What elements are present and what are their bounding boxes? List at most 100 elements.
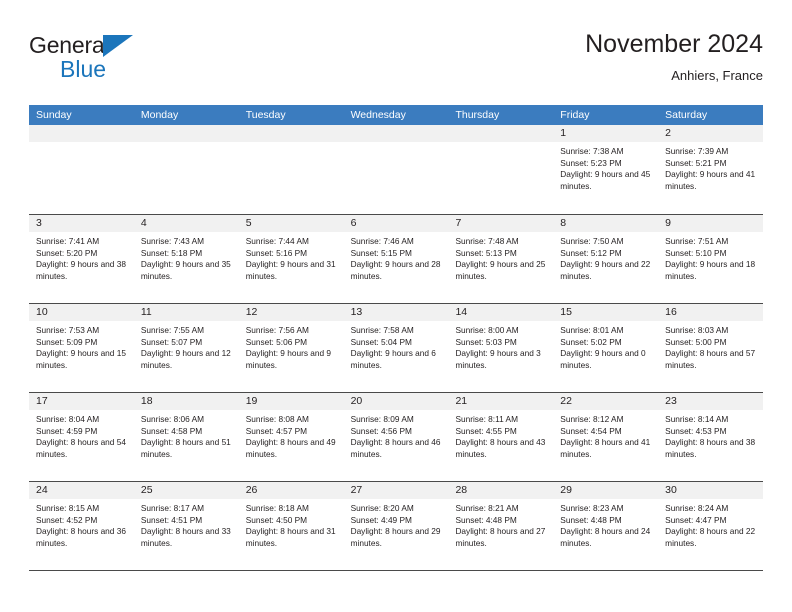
sunrise-text: Sunrise: 8:03 AM [665, 325, 729, 335]
sunrise-text: Sunrise: 7:50 AM [560, 236, 624, 246]
day-cell[interactable]: 25 Sunrise: 8:17 AM Sunset: 4:51 PM Dayligh… [133, 482, 239, 570]
sunrise-text: Sunrise: 7:56 AM [245, 325, 309, 335]
weekday-header-thursday: Thursday [455, 109, 500, 121]
sunset-text: Sunset: 4:55 PM [455, 425, 517, 436]
day-cell[interactable]: 28 Sunrise: 8:21 AM Sunset: 4:48 PM Dayligh… [448, 482, 554, 570]
day-cell[interactable]: 15 Sunrise: 8:01 AM Sunset: 5:02 PM Dayligh… [553, 304, 659, 392]
day-cell[interactable]: 1 Sunrise: 7:38 AM Sunset: 5:23 PM Daylight… [553, 125, 659, 214]
day-cell[interactable]: 19 Sunrise: 8:08 AM Sunset: 4:57 PM Dayligh… [238, 393, 344, 481]
sunrise-text: Sunrise: 7:39 AM [665, 146, 729, 156]
daylight-text: Daylight: 9 hours and 45 minutes. [560, 169, 651, 191]
sunset-text: Sunset: 5:16 PM [245, 247, 308, 258]
daylight-text: Daylight: 8 hours and 33 minutes. [140, 526, 231, 548]
sunrise-text: Sunrise: 8:17 AM [140, 503, 205, 513]
daylight-text: Daylight: 8 hours and 46 minutes. [350, 437, 441, 459]
sunrise-text: Sunrise: 7:53 AM [36, 325, 100, 335]
daylight-text: Daylight: 9 hours and 6 minutes. [350, 348, 436, 370]
day-cell[interactable]: 17 Sunrise: 8:04 AM Sunset: 4:59 PM Dayligh… [29, 393, 134, 481]
daylight-text: Daylight: 8 hours and 27 minutes. [455, 526, 546, 548]
sunset-text: Sunset: 5:13 PM [455, 247, 517, 258]
sunrise-text: Sunrise: 7:48 AM [455, 236, 519, 246]
day-info: Sunrise: 7:41 AM Sunset: 5:20 PM Daylight:… [29, 232, 134, 282]
day-cell[interactable]: 24 Sunrise: 8:15 AM Sunset: 4:52 PM Dayligh… [29, 482, 134, 570]
daylight-text: Daylight: 9 hours and 0 minutes. [560, 348, 646, 370]
day-number: 29 [553, 482, 659, 499]
day-info: Sunrise: 7:55 AM Sunset: 5:07 PM Daylight:… [134, 321, 239, 371]
sunrise-text: Sunrise: 8:21 AM [455, 503, 519, 513]
day-cell[interactable]: 7 Sunrise: 7:48 AM Sunset: 5:13 PM Daylight… [448, 215, 554, 303]
day-cell[interactable]: 9 Sunrise: 7:51 AM Sunset: 5:10 PM Daylight… [658, 215, 764, 303]
sunset-text: Sunset: 4:58 PM [140, 425, 203, 436]
sunrise-text: Sunrise: 8:01 AM [560, 325, 624, 335]
day-cell-empty [343, 125, 449, 214]
daylight-text: Daylight: 9 hours and 15 minutes. [36, 348, 126, 370]
day-number: 8 [553, 215, 659, 232]
weekday-header-saturday: Saturday [665, 109, 708, 121]
daylight-text: Daylight: 9 hours and 25 minutes. [455, 259, 546, 281]
day-cell[interactable]: 29 Sunrise: 8:23 AM Sunset: 4:48 PM Dayligh… [553, 482, 659, 570]
day-cell-empty [133, 125, 239, 214]
day-cell[interactable]: 2 Sunrise: 7:39 AM Sunset: 5:21 PM Daylight… [658, 125, 764, 214]
day-cell[interactable]: 4 Sunrise: 7:43 AM Sunset: 5:18 PM Daylight… [133, 215, 239, 303]
day-info: Sunrise: 7:39 AM Sunset: 5:21 PM Daylight:… [658, 142, 763, 192]
sunset-text: Sunset: 5:10 PM [665, 247, 727, 258]
day-info: Sunrise: 8:00 AM Sunset: 5:03 PM Daylight:… [448, 321, 553, 371]
day-cell[interactable]: 14 Sunrise: 8:00 AM Sunset: 5:03 PM Dayligh… [448, 304, 554, 392]
day-number: 16 [658, 304, 764, 321]
day-cell[interactable]: 11 Sunrise: 7:55 AM Sunset: 5:07 PM Dayligh… [133, 304, 239, 392]
day-cell-empty [29, 125, 134, 214]
day-cell[interactable]: 23 Sunrise: 8:14 AM Sunset: 4:53 PM Dayligh… [658, 393, 764, 481]
day-info: Sunrise: 8:20 AM Sunset: 4:49 PM Daylight:… [344, 499, 449, 549]
sunset-text: Sunset: 4:51 PM [140, 514, 203, 525]
sunset-text: Sunset: 5:02 PM [560, 336, 622, 347]
day-cell[interactable]: 12 Sunrise: 7:56 AM Sunset: 5:06 PM Dayligh… [238, 304, 344, 392]
day-number: 7 [448, 215, 554, 232]
sunrise-text: Sunrise: 8:00 AM [455, 325, 519, 335]
sunrise-text: Sunrise: 7:44 AM [245, 236, 309, 246]
day-info: Sunrise: 8:03 AM Sunset: 5:00 PM Daylight:… [658, 321, 763, 371]
day-number [29, 125, 134, 142]
brand-logo[interactable]: General Blue [29, 32, 259, 92]
day-cell[interactable]: 10 Sunrise: 7:53 AM Sunset: 5:09 PM Dayligh… [29, 304, 134, 392]
day-number: 1 [553, 125, 659, 142]
day-cell[interactable]: 13 Sunrise: 7:58 AM Sunset: 5:04 PM Dayligh… [343, 304, 449, 392]
day-info: Sunrise: 8:24 AM Sunset: 4:47 PM Daylight:… [658, 499, 763, 549]
day-cell[interactable]: 21 Sunrise: 8:11 AM Sunset: 4:55 PM Dayligh… [448, 393, 554, 481]
day-cell[interactable]: 5 Sunrise: 7:44 AM Sunset: 5:16 PM Daylight… [238, 215, 344, 303]
sunset-text: Sunset: 4:52 PM [36, 514, 98, 525]
sunrise-text: Sunrise: 8:04 AM [36, 414, 100, 424]
day-cell[interactable]: 26 Sunrise: 8:18 AM Sunset: 4:50 PM Dayligh… [238, 482, 344, 570]
day-number: 28 [448, 482, 554, 499]
daylight-text: Daylight: 8 hours and 31 minutes. [245, 526, 336, 548]
weekday-header-sunday: Sunday [36, 109, 72, 121]
day-info: Sunrise: 8:04 AM Sunset: 4:59 PM Daylight:… [29, 410, 134, 460]
sunrise-text: Sunrise: 8:23 AM [560, 503, 624, 513]
day-info: Sunrise: 7:51 AM Sunset: 5:10 PM Daylight:… [658, 232, 763, 282]
page-subtitle-location: Anhiers, France [671, 68, 763, 83]
calendar-week-row: 3 Sunrise: 7:41 AM Sunset: 5:20 PM Daylight… [29, 214, 764, 303]
day-cell[interactable]: 16 Sunrise: 8:03 AM Sunset: 5:00 PM Dayligh… [658, 304, 764, 392]
daylight-text: Daylight: 9 hours and 41 minutes. [665, 169, 756, 191]
day-cell[interactable]: 30 Sunrise: 8:24 AM Sunset: 4:47 PM Dayligh… [658, 482, 764, 570]
day-cell[interactable]: 8 Sunrise: 7:50 AM Sunset: 5:12 PM Daylight… [553, 215, 659, 303]
sunrise-text: Sunrise: 7:55 AM [140, 325, 205, 335]
weekday-header-monday: Monday [140, 109, 179, 121]
daylight-text: Daylight: 8 hours and 36 minutes. [36, 526, 126, 548]
sunrise-text: Sunrise: 7:58 AM [350, 325, 414, 335]
day-info: Sunrise: 7:48 AM Sunset: 5:13 PM Daylight:… [448, 232, 553, 282]
day-cell[interactable]: 6 Sunrise: 7:46 AM Sunset: 5:15 PM Daylight… [343, 215, 449, 303]
triangle-logo-icon [103, 35, 133, 57]
day-cell[interactable]: 22 Sunrise: 8:12 AM Sunset: 4:54 PM Dayligh… [553, 393, 659, 481]
sunset-text: Sunset: 5:20 PM [36, 247, 98, 258]
daylight-text: Daylight: 9 hours and 12 minutes. [140, 348, 231, 370]
day-number [238, 125, 344, 142]
day-cell[interactable]: 20 Sunrise: 8:09 AM Sunset: 4:56 PM Dayligh… [343, 393, 449, 481]
day-cell[interactable]: 18 Sunrise: 8:06 AM Sunset: 4:58 PM Dayligh… [133, 393, 239, 481]
day-info: Sunrise: 7:43 AM Sunset: 5:18 PM Daylight:… [134, 232, 239, 282]
day-cell[interactable]: 3 Sunrise: 7:41 AM Sunset: 5:20 PM Daylight… [29, 215, 134, 303]
grid-bottom-rule [29, 570, 763, 571]
day-cell[interactable]: 27 Sunrise: 8:20 AM Sunset: 4:49 PM Dayligh… [343, 482, 449, 570]
daylight-text: Daylight: 8 hours and 22 minutes. [665, 526, 756, 548]
day-number: 2 [658, 125, 764, 142]
daylight-text: Daylight: 9 hours and 18 minutes. [665, 259, 756, 281]
